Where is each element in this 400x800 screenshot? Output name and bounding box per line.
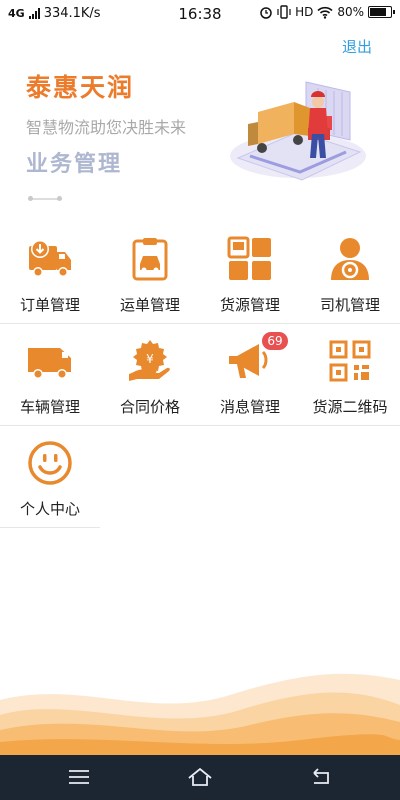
menu-personal-center[interactable]: 个人中心 [0,426,100,528]
menu-label: 合同价格 [119,398,180,416]
slogan: 智慧物流助您决胜未来 [26,118,187,137]
battery-percent: 80% [337,5,364,19]
menu-cargo-qr-code[interactable]: 货源二维码 [300,324,400,426]
menu-label: 运单管理 [119,296,180,314]
cargo-grid-icon [227,236,271,280]
menu-label: 货源二维码 [312,398,388,416]
status-bar: 4G 334.1K/s 16:38 HD 80% [0,0,400,28]
section-title: 业务管理 [26,152,123,177]
system-nav-bar [0,755,400,800]
menu-icon[interactable] [66,765,92,789]
banner: 泰惠天润 智慧物流助您决胜未来 业务管理 [0,60,400,220]
unread-badge: 69 [262,332,288,350]
menu-order-management[interactable]: 订单管理 [0,222,100,324]
svg-text:¥: ¥ [146,352,154,366]
brand-title: 泰惠天润 [26,73,135,102]
driver-icon [331,238,369,280]
menu-label: 个人中心 [19,500,80,518]
menu-label: 车辆管理 [19,398,80,416]
van-icon [28,348,71,379]
delivery-illustration [230,81,366,181]
hd-indicator: HD [295,5,314,19]
menu-driver-management[interactable]: 司机管理 [300,222,400,324]
menu-grid: 订单管理 运单管理 货源管理 司机管理 车辆管理 ¥ 合同价格 69 消息管理 … [0,222,400,528]
menu-label: 司机管理 [319,296,380,314]
home-icon[interactable] [187,765,213,789]
menu-contract-price[interactable]: ¥ 合同价格 [100,324,200,426]
alarm-icon [260,7,272,19]
back-icon[interactable] [308,765,334,789]
menu-vehicle-management[interactable]: 车辆管理 [0,324,100,426]
logout-button[interactable]: 退出 [342,36,372,57]
menu-waybill-management[interactable]: 运单管理 [100,222,200,324]
menu-label: 消息管理 [219,398,280,416]
smiley-icon [28,441,72,485]
menu-label: 订单管理 [19,296,80,314]
menu-label: 货源管理 [219,296,280,314]
qr-code-icon [329,340,371,382]
vibrate-icon [277,5,291,19]
menu-row: 订单管理 运单管理 货源管理 司机管理 [0,222,400,324]
menu-row: 个人中心 [0,426,100,528]
menu-row: 车辆管理 ¥ 合同价格 69 消息管理 货源二维码 [0,324,400,426]
menu-message-management[interactable]: 69 消息管理 [200,324,300,426]
menu-cargo-management[interactable]: 货源管理 [200,222,300,324]
wifi-icon [317,6,333,19]
banner-pager [28,196,62,201]
clipboard-car-icon [132,238,168,281]
truck-download-icon [29,240,71,277]
hand-coin-icon: ¥ [129,340,170,381]
battery-icon [368,6,395,18]
decorative-waves [0,673,400,755]
